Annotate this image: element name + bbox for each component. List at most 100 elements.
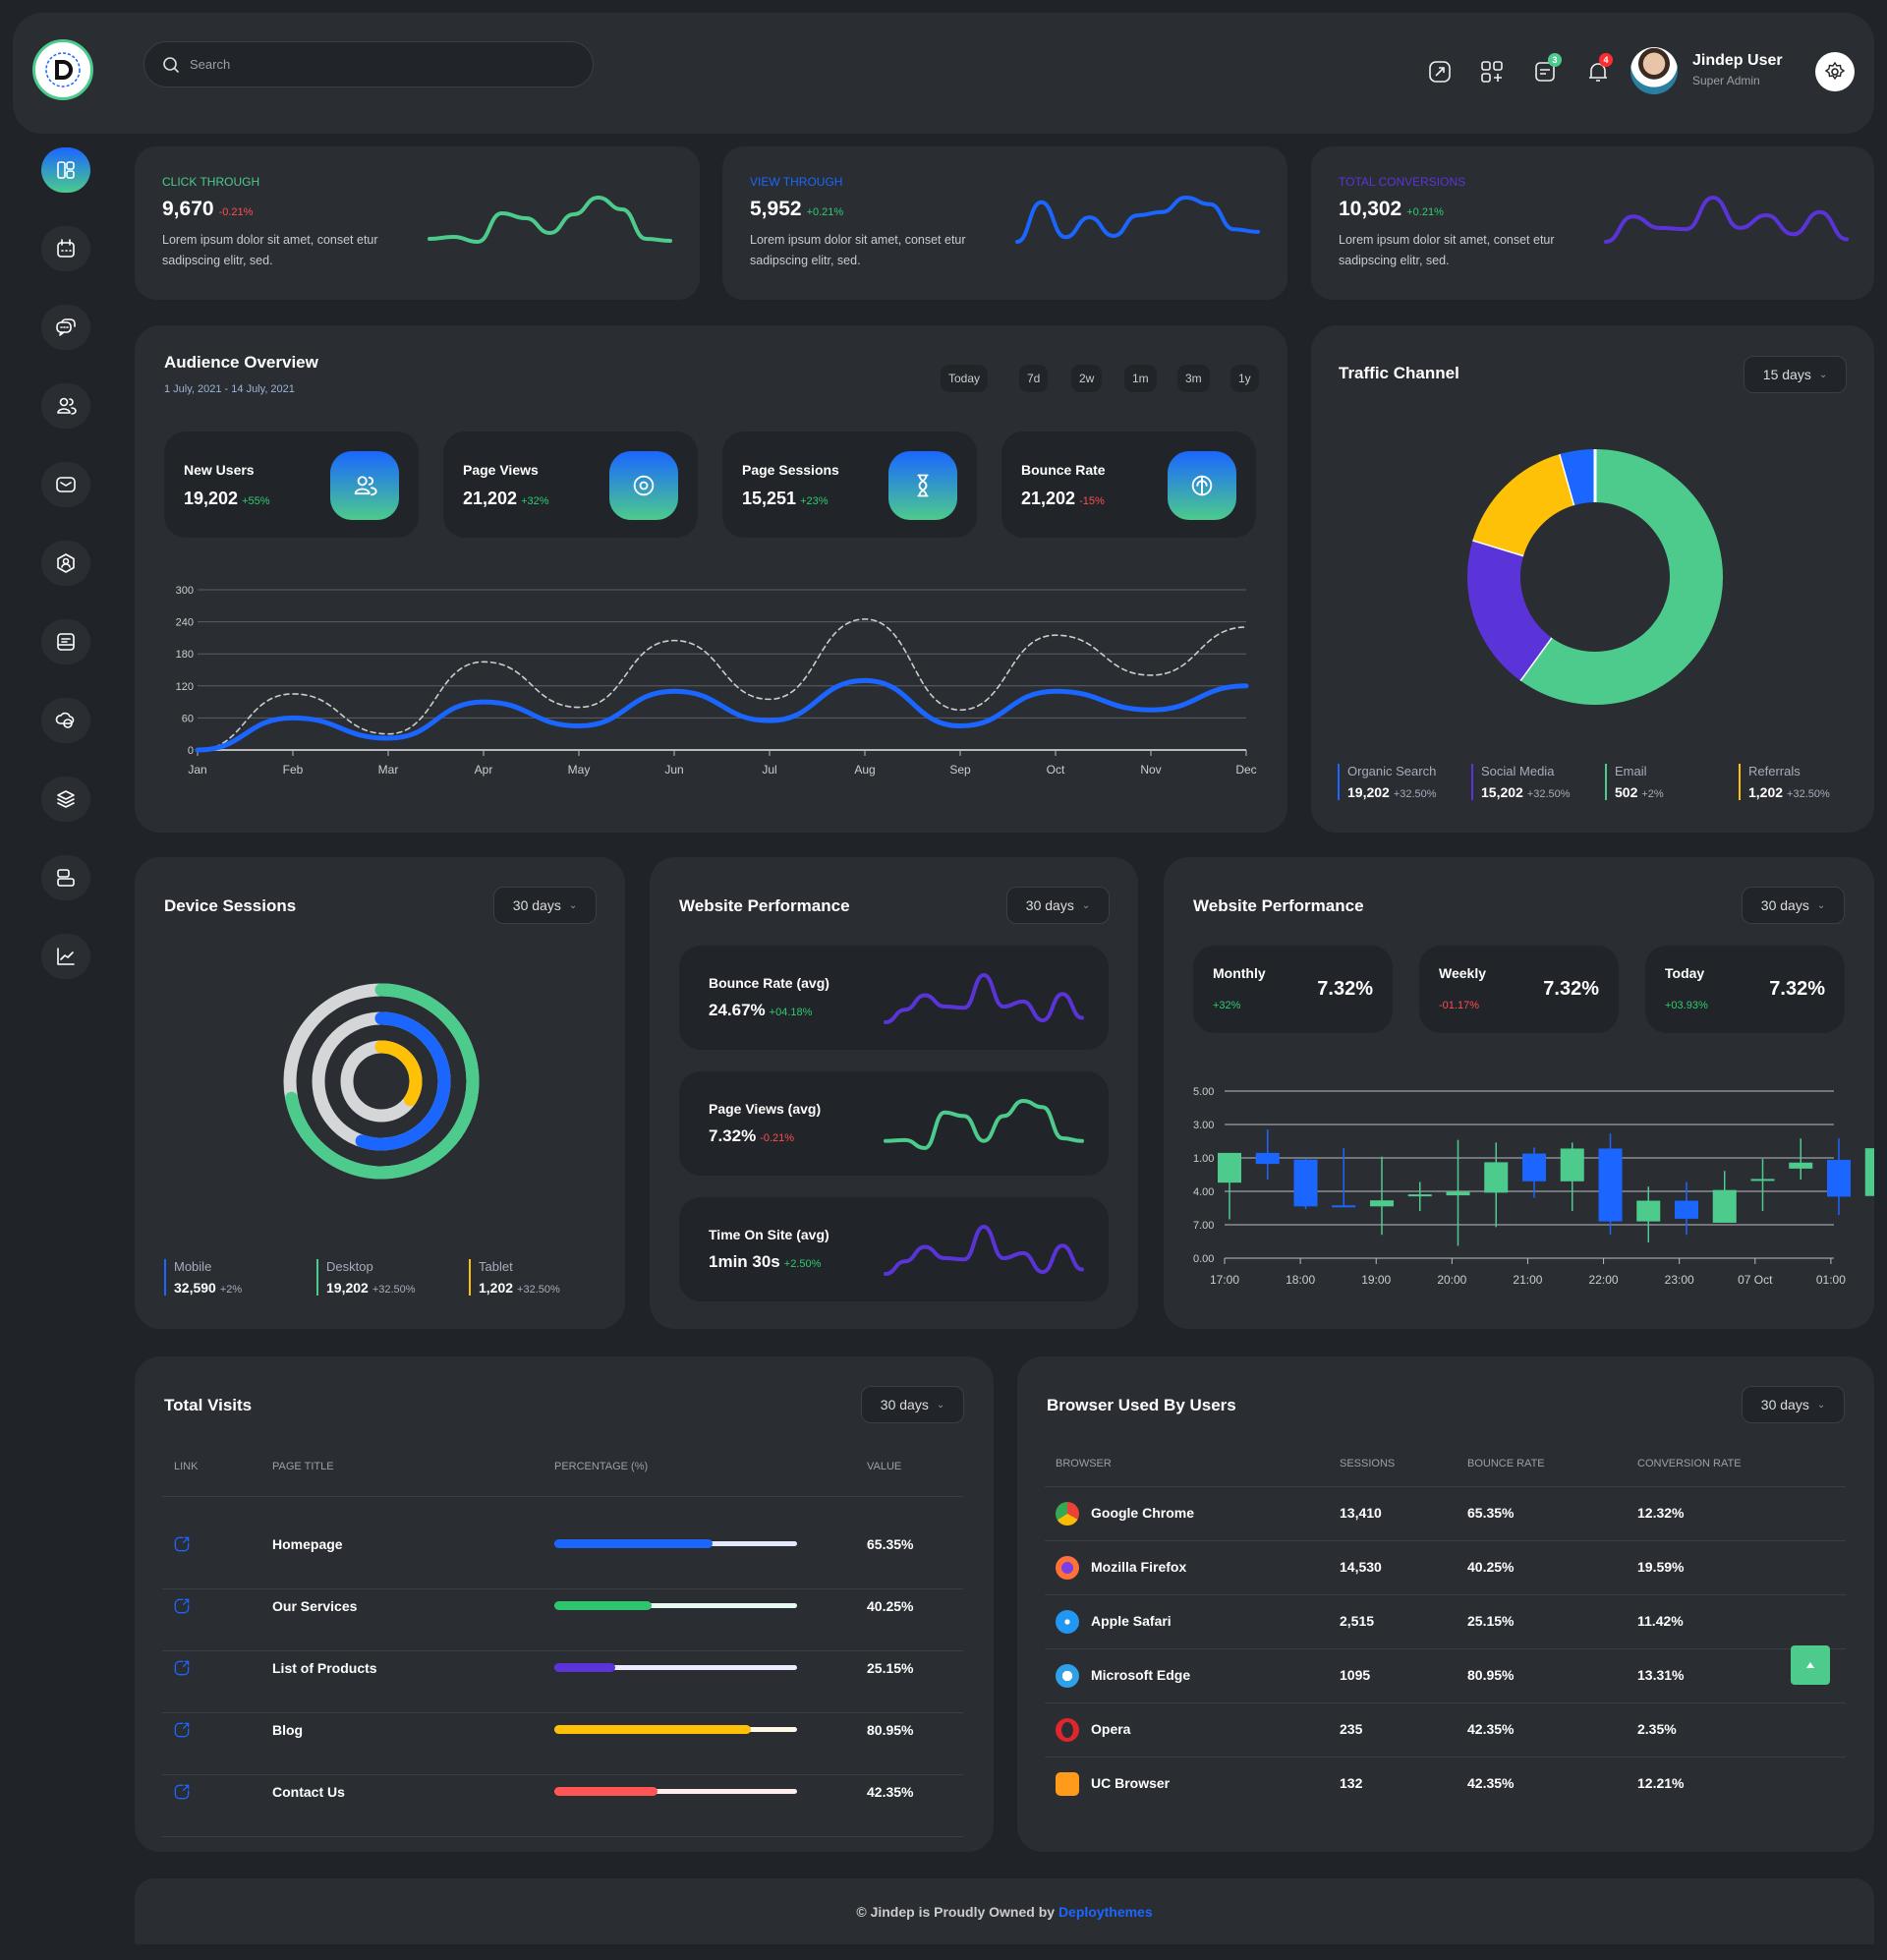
conversion-rate-value: 19.59%	[1637, 1559, 1685, 1575]
sidebar-item-cloud[interactable]	[41, 698, 90, 743]
sidebar-item-server[interactable]	[41, 855, 90, 900]
external-link-button[interactable]	[172, 1534, 192, 1559]
notifications-button[interactable]: 4	[1585, 53, 1613, 85]
candle	[1218, 1152, 1241, 1220]
table-row: Blog 80.95%	[135, 1714, 994, 1776]
period-label: Weekly	[1439, 965, 1486, 981]
legend-change: +32.50%	[372, 1284, 416, 1296]
kpi-card: CLICK THROUGH 9,670 -0.21% Lorem ipsum dolo…	[135, 146, 700, 300]
sessions-value: 13,410	[1340, 1505, 1382, 1521]
sidebar-item-mail[interactable]	[41, 462, 90, 507]
period-label: Today	[1665, 965, 1705, 981]
perf-range-dropdown[interactable]: 30 days ⌄	[1006, 887, 1110, 924]
kpi-sparkline	[1015, 195, 1260, 244]
arrow-up-icon	[1806, 1662, 1814, 1668]
chevron-down-icon: ⌄	[1081, 899, 1091, 911]
external-link-button[interactable]	[172, 1782, 192, 1807]
percentage-value: 25.15%	[867, 1660, 914, 1676]
x-tick-label: Apr	[475, 763, 493, 777]
sparkline-path	[884, 972, 1084, 1024]
candle-body	[1864, 1148, 1874, 1196]
browser-name: UC Browser	[1091, 1775, 1171, 1791]
sidebar-item-profile[interactable]	[41, 541, 90, 586]
audience-line-chart: 0 60 120 180 240 300 Jan Feb Mar Apr May Jun Jul Aug S…	[176, 585, 1257, 777]
settings-button[interactable]	[1815, 52, 1855, 91]
x-tick-label: 21:00	[1513, 1273, 1542, 1287]
progress-bar	[554, 1539, 797, 1548]
candle	[1789, 1138, 1813, 1181]
sidebar-item-dashboard[interactable]	[41, 147, 90, 193]
website-performance-panel: Website Performance 30 days ⌄ Bounce Rate…	[650, 857, 1138, 1329]
browser-name: Microsoft Edge	[1091, 1667, 1191, 1683]
chevron-down-icon: ⌄	[936, 1399, 945, 1411]
sessions-value: 2,515	[1340, 1613, 1375, 1629]
legend-change: +2%	[219, 1284, 243, 1296]
sidebar-item-users[interactable]	[41, 383, 90, 429]
scroll-to-top-button[interactable]	[1791, 1645, 1830, 1685]
table-row: Mozilla Firefox 14,530 40.25% 19.59%	[1017, 1541, 1874, 1595]
avatar[interactable]	[1630, 47, 1678, 94]
legend-value: 15,202	[1481, 784, 1523, 800]
period-value: 7.32%	[1769, 978, 1825, 1000]
candle-body	[1636, 1200, 1661, 1222]
candle-body	[1712, 1189, 1737, 1223]
candle-body	[1255, 1152, 1280, 1165]
candle	[1675, 1182, 1698, 1236]
kpi-sparkline	[1604, 195, 1849, 244]
server-icon	[57, 869, 75, 887]
external-link-button[interactable]	[172, 1658, 192, 1683]
period-card-weekly: Weekly -01.17% 7.32%	[1419, 946, 1619, 1033]
logo[interactable]	[32, 39, 93, 100]
candle	[1293, 1158, 1318, 1210]
total-visits-range-dropdown[interactable]: 30 days ⌄	[861, 1386, 964, 1423]
x-tick-label: 23:00	[1665, 1273, 1694, 1287]
progress-bar	[554, 1601, 797, 1610]
external-link-button[interactable]	[172, 1596, 192, 1621]
sidebar-item-chat[interactable]	[41, 305, 90, 350]
range-label: 30 days	[880, 1397, 929, 1412]
sidebar-item-calendar[interactable]	[41, 226, 90, 271]
table-row: Opera 235 42.35% 2.35%	[1017, 1703, 1874, 1758]
x-tick-label: Feb	[283, 763, 304, 777]
uc-browser-icon	[1056, 1772, 1079, 1796]
legend-value-wrap: 15,202 +32.50%	[1481, 784, 1571, 800]
external-link-button[interactable]	[172, 1720, 192, 1745]
total-visits-title: Total Visits	[164, 1396, 253, 1414]
divider	[162, 1836, 963, 1837]
legend-change: +32.50%	[1526, 788, 1571, 800]
candle	[1560, 1142, 1584, 1212]
candlestick-chart: 5.00 3.00 1.00 4.00 7.00 0.00 17:00 18:00 19:00 2…	[1193, 1086, 1874, 1287]
user-menu[interactable]: Jindep User Super Admin	[1692, 52, 1783, 87]
apps-icon[interactable]	[1479, 59, 1505, 85]
legend-item: Organic Search 19,202 +32.50%	[1338, 764, 1437, 800]
sparkline-path	[884, 1224, 1084, 1276]
users-icon	[57, 397, 77, 415]
messages-button[interactable]: 3	[1532, 53, 1562, 85]
fullscreen-icon[interactable]	[1427, 59, 1453, 85]
candle-body	[1789, 1162, 1813, 1169]
table-row: List of Products 25.15%	[135, 1652, 994, 1714]
cloud-icon	[55, 712, 75, 728]
perf-sparkline	[884, 1224, 1084, 1276]
footer-link[interactable]: Deploythemes	[1058, 1904, 1153, 1920]
table-row: UC Browser 132 42.35% 12.21%	[1017, 1758, 1874, 1812]
conversion-rate-value: 13.31%	[1637, 1667, 1685, 1683]
sparkline-path	[428, 195, 672, 245]
candle-body	[1332, 1205, 1356, 1208]
sidebar-item-notes[interactable]	[41, 619, 90, 664]
column-header: VALUE	[867, 1461, 902, 1472]
candle	[1636, 1186, 1661, 1243]
series-line-dashed	[197, 618, 1247, 751]
candle	[1522, 1147, 1546, 1198]
progress-fill	[554, 1601, 653, 1610]
sidebar-item-layers[interactable]	[41, 777, 90, 822]
search-input[interactable]: Search	[143, 41, 594, 87]
kpi-sparkline	[428, 195, 672, 245]
x-tick-label: Mar	[378, 763, 399, 777]
sidebar-item-analytics[interactable]	[41, 934, 90, 979]
y-tick-label: 3.00	[1193, 1120, 1214, 1131]
column-header: SESSIONS	[1340, 1458, 1396, 1470]
external-link-icon	[174, 1722, 190, 1738]
bounce-rate-value: 40.25%	[1467, 1559, 1515, 1575]
browsers-range-dropdown[interactable]: 30 days ⌄	[1742, 1386, 1845, 1423]
